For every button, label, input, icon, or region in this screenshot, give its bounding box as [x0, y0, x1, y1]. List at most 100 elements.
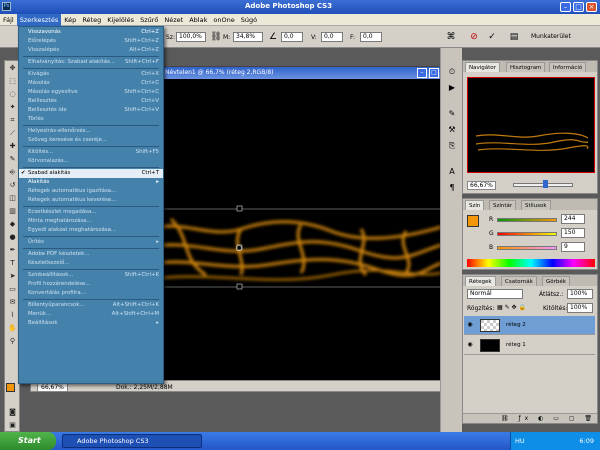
menu-filter[interactable]: Szűrő — [137, 14, 161, 26]
menu-window[interactable]: Ablak — [186, 14, 210, 26]
edit-menu-item[interactable]: Beillesztés ide Shift+Ctrl+V — [19, 106, 163, 115]
maximize-icon[interactable]: □ — [573, 2, 584, 12]
image-canvas[interactable] — [151, 79, 441, 381]
edit-menu-item[interactable]: Ecsetkészlet megadása... — [19, 208, 163, 217]
edit-menu-item[interactable]: Egyedi alakzat meghatározása... — [19, 226, 163, 235]
edit-menu-item[interactable]: Helyesírás-ellenőrzés... — [19, 127, 163, 136]
edit-menu-item[interactable]: Minta meghatározása... — [19, 217, 163, 226]
tab-paths[interactable]: Görbék — [542, 276, 570, 286]
edit-menu-item[interactable]: Menük... Alt+Shift+Ctrl+M — [19, 310, 163, 319]
edit-menu-item[interactable]: Szöveg keresése és cseréje... — [19, 136, 163, 145]
navigator-preview[interactable] — [467, 77, 595, 173]
edit-menu-item[interactable]: Rétegek automatikus keverése... — [19, 196, 163, 205]
edit-menu-item[interactable]: Beillesztés Ctrl+V — [19, 97, 163, 106]
tab-layers[interactable]: Rétegek — [465, 276, 496, 286]
menu-view[interactable]: Nézet — [161, 14, 186, 26]
taskbar-photoshop-item[interactable]: Adobe Photoshop CS3 — [62, 434, 202, 448]
lock-icons[interactable]: ▦ ✎ ✥ 🔒 — [497, 304, 526, 311]
visibility-eye-icon[interactable]: ◉ — [466, 341, 474, 349]
h-skew-field[interactable]: 0,0 — [321, 32, 343, 42]
healing-tool-icon[interactable]: ✚ — [7, 141, 18, 152]
actions-panel-icon[interactable]: ▶ — [446, 82, 458, 94]
commit-transform-icon[interactable]: ✓ — [486, 31, 498, 43]
notes-tool-icon[interactable]: ✉ — [7, 297, 18, 308]
minimize-icon[interactable]: – — [560, 2, 571, 12]
stamp-tool-icon[interactable]: ⎆ — [7, 167, 18, 178]
v-skew-field[interactable]: 0,0 — [360, 32, 382, 42]
marquee-tool-icon[interactable]: ⬚ — [7, 76, 18, 87]
green-slider[interactable] — [497, 232, 557, 236]
menu-select[interactable]: Kijelölés — [104, 14, 137, 26]
dodge-tool-icon[interactable]: ● — [7, 232, 18, 243]
screen-mode-icon[interactable]: ▣ — [7, 420, 18, 431]
cancel-transform-icon[interactable]: ⊘ — [468, 31, 480, 43]
menu-image[interactable]: Kép — [61, 14, 79, 26]
green-value[interactable]: 150 — [561, 228, 585, 238]
edit-menu-item[interactable]: Színbeállítások... Shift+Ctrl+K — [19, 271, 163, 280]
clone-source-icon[interactable]: ⎘ — [446, 140, 458, 152]
edit-menu-item[interactable]: Beállítások ▸ — [19, 319, 163, 328]
menu-edit[interactable]: Szerkesztés — [16, 14, 62, 26]
brushes-panel-icon[interactable]: ✎ — [446, 108, 458, 120]
edit-menu-item[interactable]: Rétegek automatikus igazítása... — [19, 187, 163, 196]
quick-mask-icon[interactable]: ◙ — [7, 407, 18, 418]
zoom-level[interactable]: 66,67% — [37, 383, 68, 392]
palette-well-icon[interactable]: ▤ — [508, 31, 520, 43]
edit-menu-item[interactable]: Kitöltés... Shift+F5 — [19, 148, 163, 157]
blue-slider[interactable] — [497, 246, 557, 250]
doc-maximize-icon[interactable]: □ — [429, 68, 439, 78]
blend-mode-select[interactable]: Normál — [467, 289, 523, 299]
edit-menu-item[interactable]: Visszavonás Ctrl+Z — [19, 28, 163, 37]
slice-tool-icon[interactable]: ⟋ — [7, 128, 18, 139]
edit-menu-item[interactable]: Profil hozzárendelése... — [19, 280, 163, 289]
layer-row[interactable]: ◉ réteg 1 — [464, 336, 595, 355]
brush-tool-icon[interactable]: ✎ — [7, 154, 18, 165]
edit-menu-item[interactable]: Adobe PDF készletek... — [19, 250, 163, 259]
tab-navigator[interactable]: Navigátor — [465, 62, 500, 72]
edit-menu-item[interactable]: Körvonalazás... — [19, 157, 163, 166]
red-value[interactable]: 244 — [561, 214, 585, 224]
character-panel-icon[interactable]: A — [446, 166, 458, 178]
edit-menu-item[interactable]: Alakítás ▸ — [19, 178, 163, 187]
blue-value[interactable]: 9 — [561, 242, 585, 252]
doc-size-info[interactable]: Dok.: 2,25M/2,88M — [116, 384, 173, 391]
edit-menu-item[interactable]: Másolás egyesítve Shift+Ctrl+C — [19, 88, 163, 97]
zoom-tool-icon[interactable]: ⚲ — [7, 336, 18, 347]
navigator-slider-handle[interactable] — [543, 180, 548, 188]
width-field[interactable]: 100,0% — [176, 32, 206, 42]
blur-tool-icon[interactable]: ◆ — [7, 219, 18, 230]
edit-menu-item[interactable]: Ürítés ▸ — [19, 238, 163, 247]
menu-layer[interactable]: Réteg — [79, 14, 104, 26]
fill-value[interactable]: 100% — [567, 303, 593, 313]
menu-onone[interactable]: onOne — [210, 14, 237, 26]
edit-menu-item[interactable]: Visszalépés Alt+Ctrl+Z — [19, 46, 163, 55]
opacity-value[interactable]: 100% — [567, 289, 593, 299]
paragraph-panel-icon[interactable]: ¶ — [446, 182, 458, 194]
edit-menu-item[interactable]: Kivágás Ctrl+X — [19, 70, 163, 79]
hand-tool-icon[interactable]: ✋ — [7, 323, 18, 334]
edit-menu-item[interactable]: Készletkezelő... — [19, 259, 163, 268]
lasso-tool-icon[interactable]: ◌ — [7, 89, 18, 100]
warp-icon[interactable]: ⌘ — [445, 31, 457, 43]
navigator-zoom[interactable]: 66,67% — [467, 181, 496, 190]
edit-menu-item[interactable]: Szabad alakítás ✔ Ctrl+T — [19, 169, 163, 178]
language-indicator[interactable]: HU — [511, 432, 525, 450]
shape-tool-icon[interactable]: ▭ — [7, 284, 18, 295]
workspace-button[interactable]: Munkaterület — [531, 33, 571, 40]
move-tool-icon[interactable]: ✥ — [7, 63, 18, 74]
visibility-eye-icon[interactable]: ◉ — [466, 321, 474, 329]
eraser-tool-icon[interactable]: ◫ — [7, 193, 18, 204]
start-button[interactable]: Start — [0, 432, 56, 450]
tab-styles[interactable]: Stílusok — [521, 200, 551, 210]
link-icon[interactable]: ⛓ — [210, 31, 222, 43]
tab-channels[interactable]: Csatornák — [501, 276, 537, 286]
tool-presets-icon[interactable]: ⚒ — [446, 124, 458, 136]
type-tool-icon[interactable]: T — [7, 258, 18, 269]
edit-menu-item[interactable]: Billentyűparancsok... Alt+Shift+Ctrl+K — [19, 301, 163, 310]
tab-info[interactable]: Információ — [549, 62, 587, 72]
crop-tool-icon[interactable]: ⌗ — [7, 115, 18, 126]
layer-row[interactable]: ◉ réteg 2 — [464, 316, 595, 335]
pen-tool-icon[interactable]: ✒ — [7, 245, 18, 256]
layers-footer-buttons[interactable]: ⛓ ƒx ◐ ▭ ▢ 🗑 — [463, 413, 597, 423]
edit-menu-item[interactable]: Elhalványítás: Szabad alakítás... Shift+C… — [19, 58, 163, 67]
